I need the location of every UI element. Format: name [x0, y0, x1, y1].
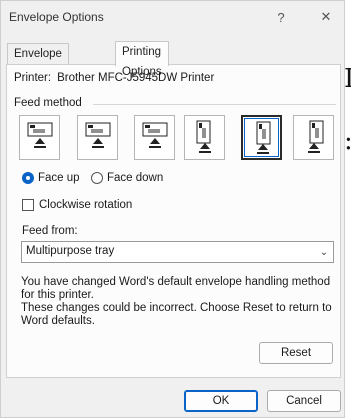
close-button[interactable]: ✕: [312, 4, 340, 30]
envelope-horizontal-icon: [85, 122, 111, 148]
radio-button[interactable]: [91, 172, 103, 184]
warning-line-2: These changes could be incorrect. Choose…: [21, 302, 332, 327]
feed-option-horizontal-center[interactable]: [19, 115, 60, 160]
face-down-label: Face down: [107, 172, 164, 184]
face-up-label: Face up: [38, 172, 80, 184]
printing-options-panel: Printer:Brother MFC-J5945DW Printer Feed…: [6, 64, 341, 378]
ok-button[interactable]: OK: [184, 390, 258, 412]
feed-method-label: Feed method: [14, 97, 82, 109]
envelope-vertical-icon: [256, 121, 271, 154]
feed-option-vertical-left[interactable]: [241, 115, 282, 160]
help-button[interactable]: ?: [267, 4, 295, 30]
tab-envelope-options[interactable]: Envelope Options: [7, 43, 69, 80]
envelope-options-dialog: Envelope Options ? ✕ Envelope Options Pr…: [0, 0, 345, 418]
reset-button[interactable]: Reset: [259, 342, 333, 364]
feed-option-vertical-center[interactable]: [184, 115, 225, 160]
printer-line: Printer:Brother MFC-J5945DW Printer: [14, 72, 214, 84]
clockwise-rotation-checkbox[interactable]: Clockwise rotation: [22, 199, 132, 211]
tab-printing-options[interactable]: Printing Options: [115, 41, 169, 78]
help-icon: ?: [277, 9, 285, 25]
envelope-horizontal-icon: [27, 122, 53, 148]
face-down-radio[interactable]: Face down: [91, 172, 163, 184]
feed-from-label: Feed from:: [22, 225, 78, 237]
document-text-fragment: I: [344, 64, 351, 94]
cancel-button[interactable]: Cancel: [267, 390, 341, 412]
envelope-vertical-icon: [196, 120, 211, 153]
feed-option-vertical-right[interactable]: [293, 115, 334, 160]
close-icon: ✕: [320, 9, 332, 24]
clockwise-rotation-label: Clockwise rotation: [39, 199, 133, 211]
chevron-down-icon[interactable]: ⌄: [315, 242, 333, 262]
section-divider: [93, 104, 336, 105]
title-bar: Envelope Options ? ✕: [1, 1, 344, 35]
radio-button-checked[interactable]: [22, 172, 34, 184]
checkbox-box[interactable]: [22, 199, 34, 211]
warning-line-1: You have changed Word's default envelope…: [21, 276, 331, 301]
document-text-fragment: :: [344, 128, 351, 154]
dialog-title: Envelope Options: [9, 10, 104, 24]
printer-label: Printer:: [14, 72, 52, 84]
change-warning-message: You have changed Word's default envelope…: [21, 276, 339, 328]
feed-from-select[interactable]: Multipurpose tray ⌄: [21, 241, 334, 263]
face-up-radio[interactable]: Face up: [22, 172, 80, 184]
envelope-horizontal-icon: [142, 122, 168, 148]
feed-from-value: Multipurpose tray: [26, 245, 115, 257]
feed-option-horizontal-right[interactable]: [134, 115, 175, 160]
feed-option-horizontal-left[interactable]: [77, 115, 118, 160]
envelope-vertical-icon: [308, 120, 324, 153]
